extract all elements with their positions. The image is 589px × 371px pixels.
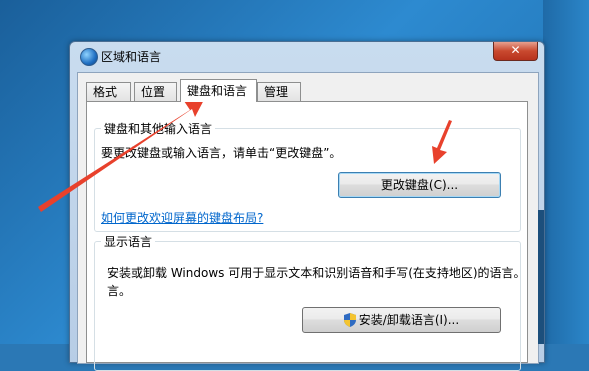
background-scrollbar — [538, 210, 544, 344]
globe-icon — [80, 48, 98, 66]
change-keyboards-button[interactable]: 更改键盘(C)... — [338, 172, 501, 198]
display-language-description-line2: 言。 — [107, 284, 132, 298]
keyboard-description: 要更改键盘或输入语言，请单击“更改键盘”。 — [101, 146, 342, 160]
display-language-description-line1: 安装或卸载 Windows 可用于显示文本和识别语音和手写(在支持地区)的语言。 — [107, 266, 526, 280]
tab-panel: 键盘和其他输入语言 要更改键盘或输入语言，请单击“更改键盘”。 更改键盘(C).… — [86, 101, 528, 371]
keyboard-group-label: 键盘和其他输入语言 — [101, 120, 216, 137]
shield-icon — [343, 313, 356, 327]
close-button[interactable]: ✕ — [493, 42, 538, 61]
display-language-group: 显示语言 — [94, 233, 521, 371]
welcome-keyboard-link[interactable]: 如何更改欢迎屏幕的键盘布局? — [101, 209, 263, 226]
window-title: 区域和语言 — [101, 50, 162, 64]
tab-keyboards-languages[interactable]: 键盘和语言 — [180, 79, 257, 102]
install-languages-label: 安装/卸载语言(I)... — [358, 313, 460, 327]
tab-formats[interactable]: 格式 — [86, 82, 131, 101]
region-language-window: 区域和语言 ✕ 格式 位置 键盘和语言 管理 键盘和其他输入语言 要更改键盘或输… — [69, 41, 545, 371]
tab-location[interactable]: 位置 — [134, 82, 177, 101]
install-uninstall-languages-button[interactable]: 安装/卸载语言(I)... — [302, 307, 501, 333]
desktop-edge — [543, 0, 589, 344]
tab-administrative[interactable]: 管理 — [257, 82, 301, 101]
title-bar[interactable]: 区域和语言 ✕ — [70, 42, 544, 70]
display-language-label: 显示语言 — [101, 233, 156, 250]
dialog-client: 格式 位置 键盘和语言 管理 键盘和其他输入语言 要更改键盘或输入语言，请单击“… — [77, 72, 539, 371]
